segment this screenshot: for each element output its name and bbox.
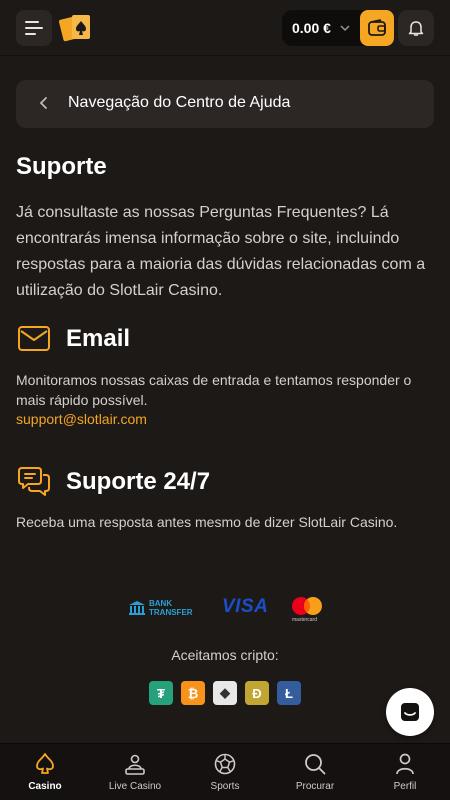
hamburger-icon bbox=[25, 21, 39, 23]
mastercard-logo: mastercard bbox=[290, 596, 324, 623]
envelope-icon bbox=[18, 326, 50, 351]
notifications-button[interactable] bbox=[398, 10, 434, 46]
live-chat-button[interactable] bbox=[386, 688, 434, 736]
bell-icon bbox=[408, 21, 424, 36]
wallet-button[interactable] bbox=[360, 10, 394, 46]
search-icon bbox=[305, 754, 326, 775]
nav-search[interactable]: Procurar bbox=[270, 744, 360, 800]
chat-bubbles-icon bbox=[18, 467, 50, 496]
nav-search-label: Procurar bbox=[295, 781, 335, 792]
page-title: Suporte bbox=[16, 153, 107, 180]
bitcoin-icon: ₿ bbox=[181, 681, 205, 705]
bank-transfer-line1: BANK bbox=[149, 599, 173, 608]
chevron-down-icon bbox=[340, 25, 350, 32]
support-email-link[interactable]: support@slotlair.com bbox=[16, 411, 147, 427]
email-section-title: Email bbox=[66, 325, 131, 352]
live-support-text: Receba uma resposta antes mesmo de dizer… bbox=[16, 514, 398, 530]
nav-casino-label: Casino bbox=[28, 781, 62, 792]
nav-profile-label: Perfil bbox=[393, 781, 417, 792]
nav-profile[interactable]: Perfil bbox=[360, 744, 450, 800]
tether-icon: ₮ bbox=[149, 681, 173, 705]
visa-logo: VISA bbox=[222, 596, 269, 617]
nav-sports[interactable]: Sports bbox=[180, 744, 270, 800]
chevron-left-icon bbox=[39, 97, 47, 109]
payment-methods: BANK TRANSFER VISA mastercard bbox=[0, 592, 450, 623]
nav-casino[interactable]: Casino bbox=[0, 744, 90, 800]
balance-selector[interactable]: 0.00 € bbox=[282, 10, 394, 46]
sports-icon bbox=[214, 753, 236, 775]
mastercard-circles bbox=[292, 597, 322, 615]
logo[interactable] bbox=[58, 12, 98, 44]
help-center-navigation[interactable]: Navegação do Centro de Ajuda bbox=[16, 80, 434, 128]
casino-icon bbox=[36, 753, 54, 774]
bank-transfer-line2: TRANSFER bbox=[149, 608, 193, 617]
profile-icon bbox=[396, 753, 414, 775]
nav-live-casino[interactable]: Live Casino bbox=[90, 744, 180, 800]
dogecoin-icon: Ð bbox=[245, 681, 269, 705]
live-casino-icon bbox=[125, 754, 145, 775]
help-center-navigation-label: Navegação do Centro de Ajuda bbox=[68, 94, 291, 111]
menu-button[interactable] bbox=[16, 10, 52, 46]
ethereum-icon: ◆ bbox=[213, 681, 237, 705]
mastercard-text: mastercard bbox=[292, 617, 318, 623]
nav-sports-label: Sports bbox=[210, 781, 240, 792]
email-section-text: Monitoramos nossas caixas de entrada e t… bbox=[16, 372, 412, 408]
live-support-title: Suporte 24/7 bbox=[66, 468, 211, 495]
nav-live-casino-label: Live Casino bbox=[108, 781, 162, 792]
balance-value: 0.00 € bbox=[292, 20, 331, 36]
support-intro: Já consultaste as nossas Perguntas Frequ… bbox=[16, 204, 426, 299]
bank-icon bbox=[129, 601, 145, 615]
litecoin-icon: Ł bbox=[277, 681, 301, 705]
wallet-icon bbox=[368, 19, 386, 36]
chat-icon bbox=[401, 703, 419, 721]
crypto-label: Aceitamos cripto: bbox=[171, 647, 279, 663]
bottom-navigation: Casino Live Casino Sports Procurar Perfi… bbox=[0, 743, 450, 800]
top-bar: 0.00 € bbox=[0, 0, 450, 56]
